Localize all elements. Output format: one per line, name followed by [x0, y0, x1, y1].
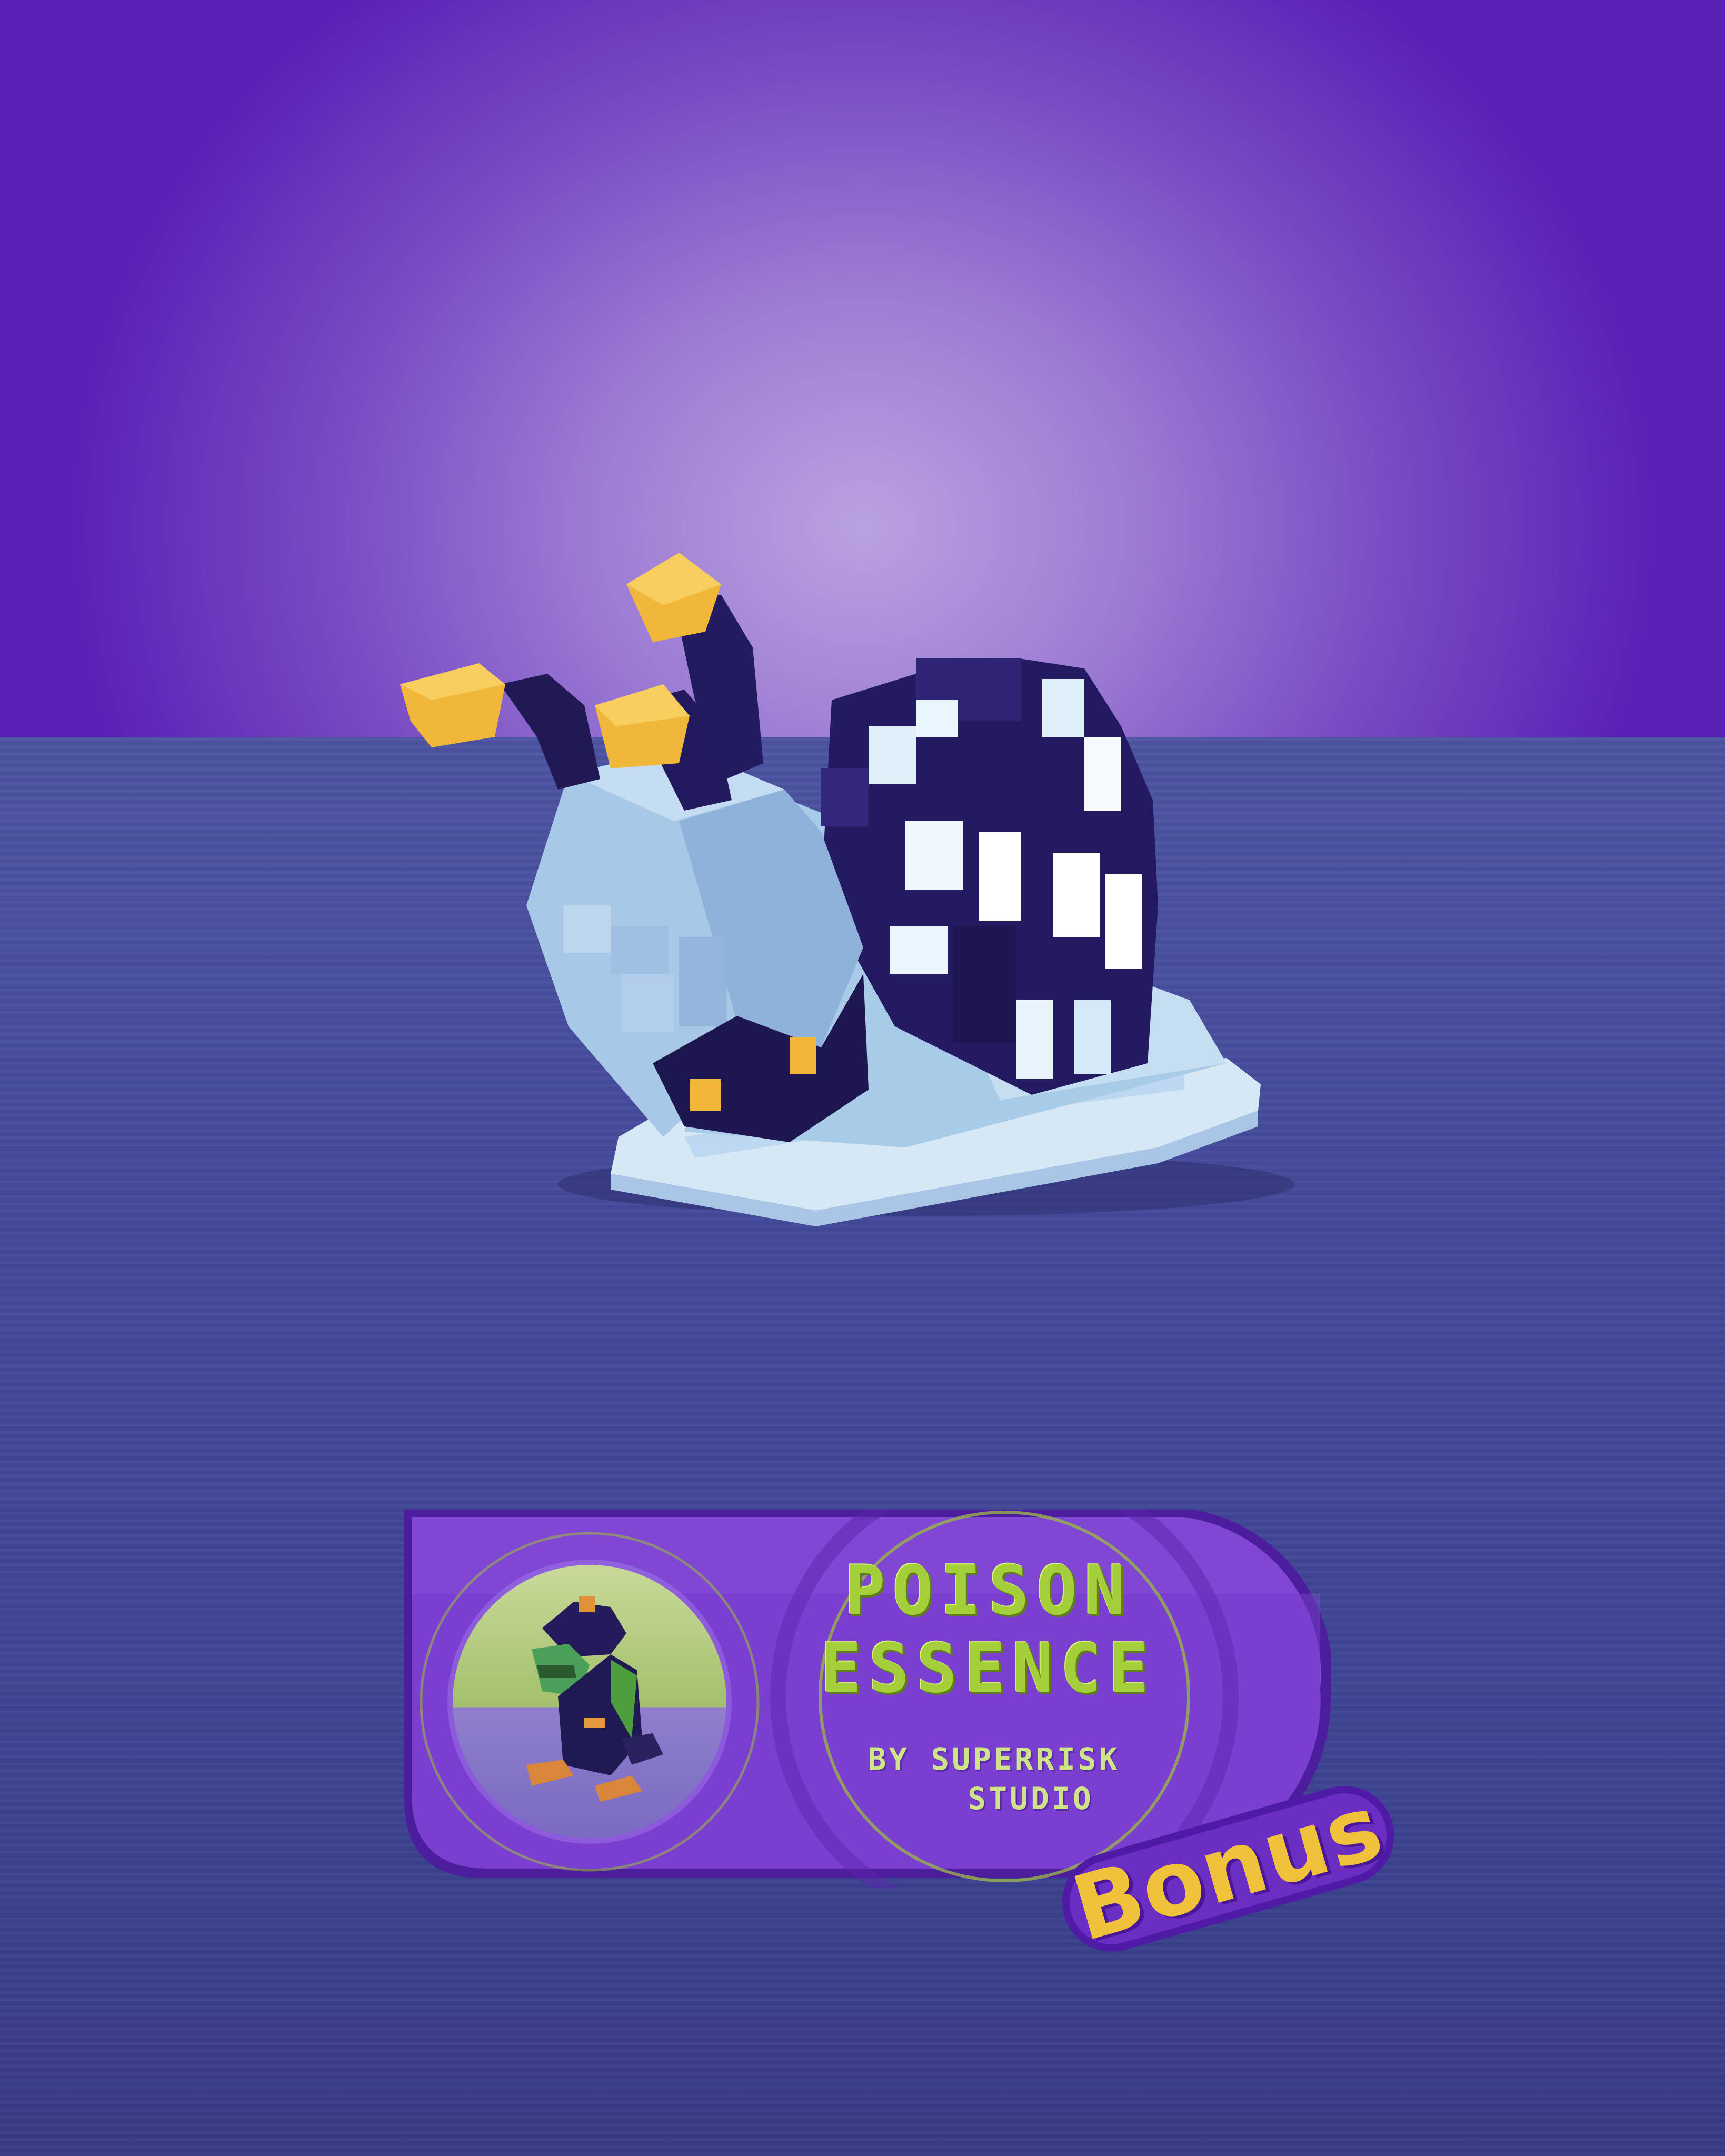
voxel-snail [400, 553, 1295, 1226]
title-line-2: ESSENCE [821, 1630, 1156, 1708]
frog-portrait [453, 1565, 726, 1839]
title-line-1: POISON [844, 1552, 1133, 1630]
byline-line-2: STUDIO [968, 1781, 1094, 1816]
voxel-frog-icon [526, 1596, 663, 1802]
byline-line-1: BY SUPERRISK [868, 1741, 1120, 1777]
scene: POISON ESSENCE BY SUPERRISK STUDIO Bonus [0, 0, 1725, 2156]
snail-antennae [400, 553, 763, 811]
bonus-banner[interactable]: POISON ESSENCE BY SUPERRISK STUDIO Bonus [404, 1510, 1397, 1962]
